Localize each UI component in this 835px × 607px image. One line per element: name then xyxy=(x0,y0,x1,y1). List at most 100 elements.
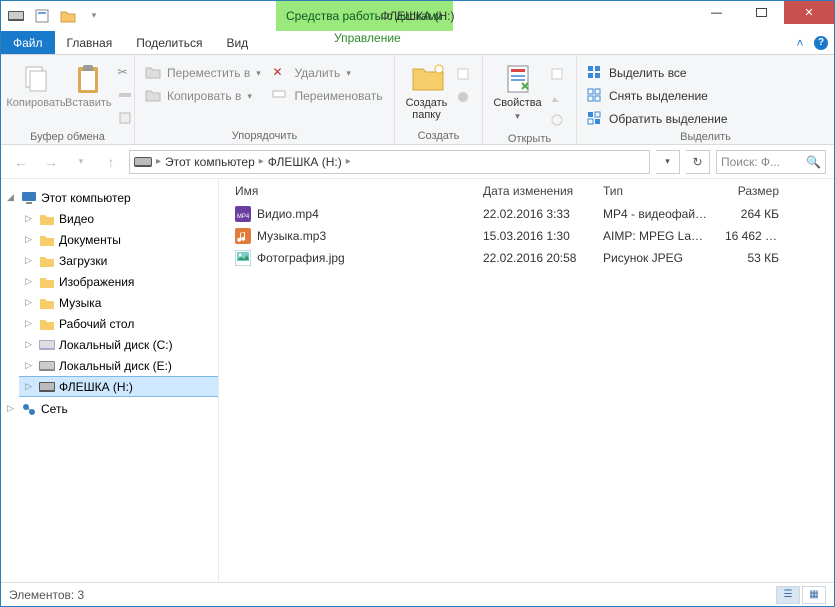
view-details-button[interactable]: ☰ xyxy=(776,586,800,604)
deselect-button[interactable]: Снять выделение xyxy=(583,86,732,106)
file-type: Рисунок JPEG xyxy=(595,251,717,265)
view-icons-button[interactable]: ▦ xyxy=(802,586,826,604)
chevron-right-icon[interactable]: ▷ xyxy=(7,403,17,414)
chevron-right-icon[interactable]: ▸ xyxy=(259,156,264,167)
col-type[interactable]: Тип xyxy=(595,184,717,198)
invert-selection-button[interactable]: Обратить выделение xyxy=(583,109,732,129)
open-button[interactable] xyxy=(546,65,570,85)
move-to-button[interactable]: Переместить в ▾ xyxy=(141,63,268,83)
file-row[interactable]: Фотография.jpg22.02.2016 20:58Рисунок JP… xyxy=(219,247,834,269)
moveto-icon xyxy=(145,65,161,81)
easy-access-icon xyxy=(456,90,472,106)
folder-icon xyxy=(39,211,55,227)
invert-icon xyxy=(587,111,603,127)
group-select-label: Выделить xyxy=(583,129,828,143)
nav-tree[interactable]: ◢ Этот компьютер ▷Видео ▷Документы ▷Загр… xyxy=(1,179,219,582)
delete-button[interactable]: ✕Удалить ▾ xyxy=(268,63,388,83)
search-icon: 🔍 xyxy=(806,155,821,169)
qat-dropdown-icon[interactable]: ▾ xyxy=(83,5,105,27)
file-list[interactable]: Имя Дата изменения Тип Размер MP4Видио.m… xyxy=(219,179,834,582)
chevron-right-icon[interactable]: ▷ xyxy=(25,381,35,392)
chevron-right-icon[interactable]: ▷ xyxy=(25,213,35,224)
col-name[interactable]: Имя xyxy=(219,184,475,198)
col-size[interactable]: Размер xyxy=(717,184,787,198)
search-input[interactable]: Поиск: Ф...🔍 xyxy=(716,150,826,174)
chevron-right-icon[interactable]: ▷ xyxy=(25,318,35,329)
tree-drive-h[interactable]: ▷ФЛЕШКА (H:) xyxy=(19,376,218,397)
help-icon[interactable]: ? xyxy=(814,36,828,50)
file-row[interactable]: Музыка.mp315.03.2016 1:30AIMP: MPEG Laye… xyxy=(219,225,834,247)
group-open-label: Открыть xyxy=(489,131,570,145)
status-count-label: Элементов: xyxy=(9,588,74,602)
select-all-button[interactable]: Выделить все xyxy=(583,63,732,83)
qat-properties-icon[interactable] xyxy=(31,5,53,27)
address-dropdown-button[interactable]: ▾ xyxy=(656,150,680,174)
new-folder-button[interactable]: Создать папку xyxy=(401,59,452,121)
tree-downloads[interactable]: ▷Загрузки xyxy=(19,250,218,271)
easy-access-button[interactable] xyxy=(452,88,476,108)
breadcrumb[interactable]: ▸ Этот компьютер ▸ ФЛЕШКА (H:) ▸ xyxy=(129,150,650,174)
history-icon xyxy=(550,113,566,129)
file-row[interactable]: MP4Видио.mp422.02.2016 3:33MP4 - видеофа… xyxy=(219,203,834,225)
tab-manage[interactable]: Управление xyxy=(322,31,413,45)
tree-documents[interactable]: ▷Документы xyxy=(19,229,218,250)
nav-forward-button[interactable]: → xyxy=(39,150,63,174)
file-date: 15.03.2016 1:30 xyxy=(475,229,595,243)
nav-recent-button[interactable]: ▾ xyxy=(69,150,93,174)
tree-drive-e[interactable]: ▷Локальный диск (E:) xyxy=(19,355,218,376)
nav-back-button[interactable]: ← xyxy=(9,150,33,174)
close-button[interactable]: ✕ xyxy=(784,1,834,24)
tab-view[interactable]: Вид xyxy=(214,31,260,54)
chevron-right-icon[interactable]: ▷ xyxy=(25,297,35,308)
crumb-current[interactable]: ФЛЕШКА (H:) xyxy=(268,155,342,169)
file-name: Видио.mp4 xyxy=(257,207,319,221)
chevron-right-icon[interactable]: ▸ xyxy=(156,156,161,167)
chevron-right-icon[interactable]: ▷ xyxy=(25,276,35,287)
edit-button[interactable] xyxy=(546,88,570,108)
chevron-right-icon[interactable]: ▷ xyxy=(25,339,35,350)
scissors-icon: ✂ xyxy=(118,65,134,81)
new-item-button[interactable] xyxy=(452,65,476,85)
shortcut-icon xyxy=(118,111,134,127)
ribbon-collapse-icon[interactable]: ˄ xyxy=(792,35,808,51)
new-folder-icon xyxy=(411,63,443,95)
file-icon xyxy=(235,250,251,266)
tree-music[interactable]: ▷Музыка xyxy=(19,292,218,313)
history-button[interactable] xyxy=(546,111,570,131)
system-menu-icon[interactable] xyxy=(5,5,27,27)
drive-icon xyxy=(134,156,152,168)
group-new-label: Создать xyxy=(401,128,476,142)
copyto-icon xyxy=(145,88,161,104)
tab-file[interactable]: Файл xyxy=(1,31,55,54)
tree-desktop[interactable]: ▷Рабочий стол xyxy=(19,313,218,334)
chevron-down-icon[interactable]: ◢ xyxy=(7,192,17,203)
copy-button[interactable]: Копировать xyxy=(7,59,65,109)
paste-button[interactable]: Вставить xyxy=(65,59,112,109)
network-icon xyxy=(21,401,37,417)
file-size: 53 КБ xyxy=(717,251,787,265)
tree-pictures[interactable]: ▷Изображения xyxy=(19,271,218,292)
chevron-right-icon[interactable]: ▷ xyxy=(25,234,35,245)
crumb-this-pc[interactable]: Этот компьютер xyxy=(165,155,255,169)
tab-home[interactable]: Главная xyxy=(55,31,125,54)
tree-this-pc[interactable]: ◢ Этот компьютер xyxy=(1,187,218,208)
nav-up-button[interactable]: ↑ xyxy=(99,150,123,174)
file-date: 22.02.2016 20:58 xyxy=(475,251,595,265)
copy-to-button[interactable]: Копировать в ▾ xyxy=(141,86,268,106)
tab-share[interactable]: Поделиться xyxy=(124,31,214,54)
qat-newfolder-icon[interactable] xyxy=(57,5,79,27)
tree-drive-c[interactable]: ▷Локальный диск (C:) xyxy=(19,334,218,355)
select-all-icon xyxy=(587,65,603,81)
col-date[interactable]: Дата изменения xyxy=(475,184,595,198)
minimize-button[interactable]: — xyxy=(694,1,739,24)
folder-icon xyxy=(39,274,55,290)
chevron-right-icon[interactable]: ▸ xyxy=(346,156,351,167)
properties-button[interactable]: Свойства ▾ xyxy=(489,59,546,122)
tree-videos[interactable]: ▷Видео xyxy=(19,208,218,229)
chevron-right-icon[interactable]: ▷ xyxy=(25,360,35,371)
tree-network[interactable]: ▷ Сеть xyxy=(1,398,218,419)
chevron-right-icon[interactable]: ▷ xyxy=(25,255,35,266)
rename-button[interactable]: Переименовать xyxy=(268,86,388,106)
refresh-button[interactable]: ↻ xyxy=(686,150,710,174)
maximize-button[interactable] xyxy=(739,1,784,24)
